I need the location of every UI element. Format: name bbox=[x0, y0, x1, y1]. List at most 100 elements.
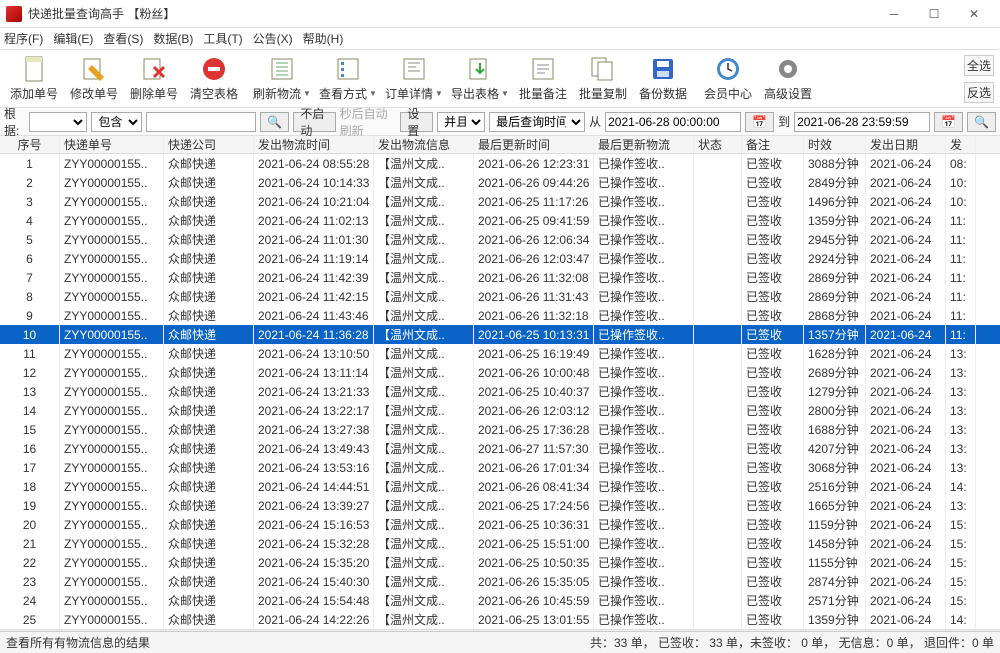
table-row[interactable]: 4ZYY00000155..众邮快递2021-06-24 11:02:13【温州… bbox=[0, 211, 1000, 230]
col-trackno[interactable]: 快递单号 bbox=[60, 136, 164, 153]
to-cal-button[interactable]: 📅 bbox=[934, 112, 963, 132]
status-bar: 查看所有有物流信息的结果 共：33 单， 已签收： 33 单，未签收： 0 单，… bbox=[0, 631, 1000, 653]
table-row[interactable]: 16ZYY00000155..众邮快递2021-06-24 13:49:43【温… bbox=[0, 439, 1000, 458]
toolbar-batchcopy[interactable]: 批量复制 bbox=[573, 55, 633, 102]
disable-button[interactable]: 不启动 bbox=[293, 112, 335, 132]
toolbar-viewtype[interactable]: 查看方式▼ bbox=[315, 55, 381, 102]
toolbar-add[interactable]: 添加单号 bbox=[4, 55, 64, 102]
export-icon bbox=[466, 55, 494, 83]
toolbar-export[interactable]: 导出表格▼ bbox=[447, 55, 513, 102]
toolbar-clear[interactable]: 清空表格 bbox=[184, 55, 244, 102]
col-duration[interactable]: 时效 bbox=[804, 136, 866, 153]
maximize-button[interactable]: ☐ bbox=[914, 0, 954, 28]
table-row[interactable]: 2ZYY00000155..众邮快递2021-06-24 10:14:33【温州… bbox=[0, 173, 1000, 192]
table-row[interactable]: 1ZYY00000155..众邮快递2021-06-24 08:55:28【温州… bbox=[0, 154, 1000, 173]
col-remark[interactable]: 备注 bbox=[742, 136, 804, 153]
table-row[interactable]: 6ZYY00000155..众邮快递2021-06-24 11:19:14【温州… bbox=[0, 249, 1000, 268]
invert-select-button[interactable]: 反选 bbox=[964, 82, 994, 103]
to-label: 到 bbox=[778, 113, 790, 130]
table-row[interactable]: 7ZYY00000155..众邮快递2021-06-24 11:42:39【温州… bbox=[0, 268, 1000, 287]
table-row[interactable]: 12ZYY00000155..众邮快递2021-06-24 13:11:14【温… bbox=[0, 363, 1000, 382]
table-row[interactable]: 9ZYY00000155..众邮快递2021-06-24 11:43:46【温州… bbox=[0, 306, 1000, 325]
filter-op-select[interactable]: 包含 bbox=[91, 112, 142, 132]
toolbar-batchnote[interactable]: 批量备注 bbox=[513, 55, 573, 102]
search-button[interactable]: 🔍 bbox=[260, 112, 289, 132]
toolbar-delete[interactable]: 删除单号 bbox=[124, 55, 184, 102]
table-row[interactable]: 19ZYY00000155..众邮快递2021-06-24 13:39:27【温… bbox=[0, 496, 1000, 515]
filter-bar: 根据: 包含 🔍 不启动 秒后自动刷新 设置 并且 最后查询时间 从 📅 到 📅… bbox=[0, 108, 1000, 136]
table-row[interactable]: 10ZYY00000155..众邮快递2021-06-24 11:36:28【温… bbox=[0, 325, 1000, 344]
table-row[interactable]: 21ZYY00000155..众邮快递2021-06-24 15:32:28【温… bbox=[0, 534, 1000, 553]
col-sendtime[interactable]: 发出物流时间 bbox=[254, 136, 374, 153]
from-datetime[interactable] bbox=[605, 112, 741, 132]
title-bar: 快递批量查询高手 【粉丝】 ─ ☐ ✕ bbox=[0, 0, 1000, 28]
status-left: 查看所有有物流信息的结果 bbox=[6, 634, 150, 651]
col-lastinfo[interactable]: 最后更新物流 bbox=[594, 136, 694, 153]
filter-search-button[interactable]: 🔍 bbox=[967, 112, 996, 132]
col-lastupdate[interactable]: 最后更新时间 bbox=[474, 136, 594, 153]
menu-help[interactable]: 帮助(H) bbox=[303, 30, 344, 47]
document-icon bbox=[20, 55, 48, 83]
table-row[interactable]: 24ZYY00000155..众邮快递2021-06-24 15:54:48【温… bbox=[0, 591, 1000, 610]
toolbar-backup[interactable]: 备份数据 bbox=[633, 55, 693, 102]
search-icon: 🔍 bbox=[267, 115, 282, 129]
select-all-button[interactable]: 全选 bbox=[964, 55, 994, 76]
edit-icon bbox=[80, 55, 108, 83]
col-company[interactable]: 快递公司 bbox=[164, 136, 254, 153]
close-button[interactable]: ✕ bbox=[954, 0, 994, 28]
toolbar-edit[interactable]: 修改单号 bbox=[64, 55, 124, 102]
filter-field-select[interactable] bbox=[29, 112, 87, 132]
settings-button[interactable]: 设置 bbox=[400, 112, 433, 132]
table-row[interactable]: 14ZYY00000155..众邮快递2021-06-24 13:22:17【温… bbox=[0, 401, 1000, 420]
menu-data[interactable]: 数据(B) bbox=[153, 30, 193, 47]
table-row[interactable]: 13ZYY00000155..众邮快递2021-06-24 13:21:33【温… bbox=[0, 382, 1000, 401]
to-datetime[interactable] bbox=[794, 112, 930, 132]
toolbar-refresh[interactable]: 刷新物流▼ bbox=[249, 55, 315, 102]
col-senddate[interactable]: 发出日期 bbox=[866, 136, 946, 153]
table-row[interactable]: 18ZYY00000155..众邮快递2021-06-24 14:44:51【温… bbox=[0, 477, 1000, 496]
col-index[interactable]: 序号 bbox=[0, 136, 60, 153]
toolbar-advanced[interactable]: 高级设置 bbox=[758, 55, 818, 102]
col-extra[interactable]: 发 bbox=[946, 136, 976, 153]
from-cal-button[interactable]: 📅 bbox=[745, 112, 774, 132]
delete-icon bbox=[140, 55, 168, 83]
logic-select[interactable]: 并且 bbox=[437, 112, 485, 132]
menu-program[interactable]: 程序(F) bbox=[4, 30, 43, 47]
chevron-down-icon: ▼ bbox=[369, 89, 377, 98]
refresh-icon bbox=[268, 55, 296, 83]
chevron-down-icon: ▼ bbox=[303, 89, 311, 98]
filter-value-input[interactable] bbox=[146, 112, 256, 132]
menu-notice[interactable]: 公告(X) bbox=[253, 30, 293, 47]
table-row[interactable]: 23ZYY00000155..众邮快递2021-06-24 15:40:30【温… bbox=[0, 572, 1000, 591]
col-sendinfo[interactable]: 发出物流信息 bbox=[374, 136, 474, 153]
status-right: 共：33 单， 已签收： 33 单，未签收： 0 单， 无信息：0 单， 退回件… bbox=[590, 634, 994, 651]
calendar-icon: 📅 bbox=[752, 115, 767, 129]
window-title: 快递批量查询高手 【粉丝】 bbox=[28, 5, 874, 22]
table-row[interactable]: 8ZYY00000155..众邮快递2021-06-24 11:42:15【温州… bbox=[0, 287, 1000, 306]
menu-tool[interactable]: 工具(T) bbox=[203, 30, 242, 47]
timefield-select[interactable]: 最后查询时间 bbox=[489, 112, 585, 132]
horizontal-scrollbar[interactable] bbox=[0, 629, 1000, 631]
table-row[interactable]: 3ZYY00000155..众邮快递2021-06-24 10:21:04【温州… bbox=[0, 192, 1000, 211]
table-header: 序号 快递单号 快递公司 发出物流时间 发出物流信息 最后更新时间 最后更新物流… bbox=[0, 136, 1000, 154]
col-status[interactable]: 状态 bbox=[694, 136, 742, 153]
table-row[interactable]: 5ZYY00000155..众邮快递2021-06-24 11:01:30【温州… bbox=[0, 230, 1000, 249]
minimize-button[interactable]: ─ bbox=[874, 0, 914, 28]
menu-view[interactable]: 查看(S) bbox=[103, 30, 143, 47]
search-icon: 🔍 bbox=[974, 115, 989, 129]
toolbar: 添加单号 修改单号 删除单号 清空表格 刷新物流▼ 查看方式▼ 订单详情▼ 导出… bbox=[0, 50, 1000, 108]
menu-edit[interactable]: 编辑(E) bbox=[53, 30, 93, 47]
clear-icon bbox=[200, 55, 228, 83]
filter-root-label: 根据: bbox=[4, 105, 25, 139]
toolbar-detail[interactable]: 订单详情▼ bbox=[381, 55, 447, 102]
table-row[interactable]: 17ZYY00000155..众邮快递2021-06-24 13:53:16【温… bbox=[0, 458, 1000, 477]
detail-icon bbox=[400, 55, 428, 83]
table-row[interactable]: 20ZYY00000155..众邮快递2021-06-24 15:16:53【温… bbox=[0, 515, 1000, 534]
toolbar-member[interactable]: 会员中心 bbox=[698, 55, 758, 102]
table-row[interactable]: 15ZYY00000155..众邮快递2021-06-24 13:27:38【温… bbox=[0, 420, 1000, 439]
table-row[interactable]: 25ZYY00000155..众邮快递2021-06-24 14:22:26【温… bbox=[0, 610, 1000, 629]
autorefresh-label: 秒后自动刷新 bbox=[340, 105, 397, 139]
table-row[interactable]: 11ZYY00000155..众邮快递2021-06-24 13:10:50【温… bbox=[0, 344, 1000, 363]
chevron-down-icon: ▼ bbox=[435, 89, 443, 98]
table-row[interactable]: 22ZYY00000155..众邮快递2021-06-24 15:35:20【温… bbox=[0, 553, 1000, 572]
